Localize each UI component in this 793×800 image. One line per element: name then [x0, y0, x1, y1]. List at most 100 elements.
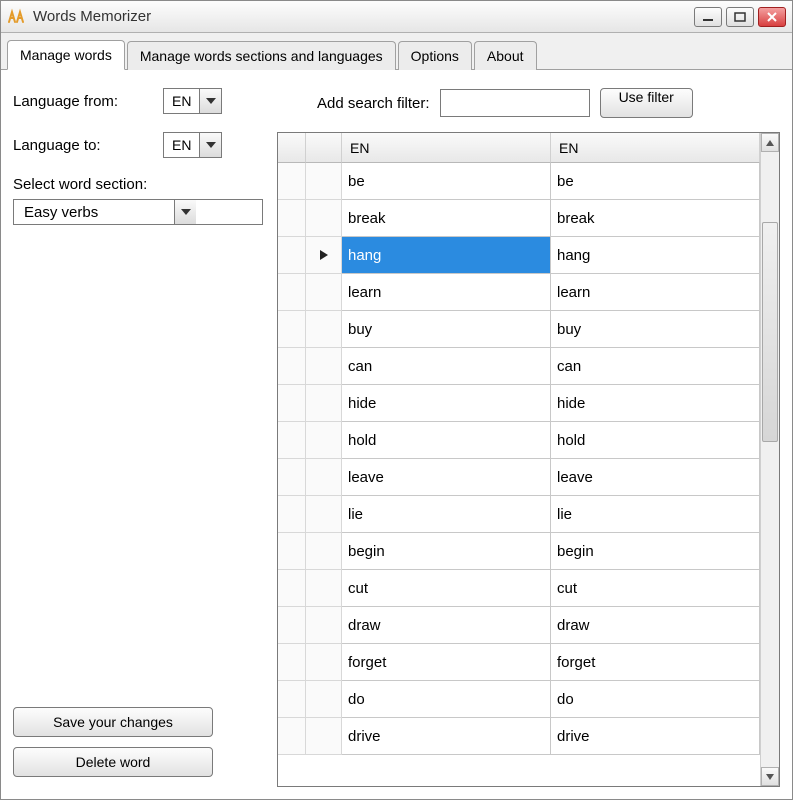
tab-manage-words-sections-and-languages[interactable]: Manage words sections and languages [127, 41, 396, 70]
language-from-value: EN [164, 93, 199, 109]
table-cell[interactable]: can [551, 348, 760, 385]
row-indicator[interactable] [306, 200, 342, 237]
table-cell[interactable]: do [551, 681, 760, 718]
app-icon [7, 8, 25, 26]
table-cell[interactable]: buy [342, 311, 551, 348]
search-filter-input[interactable] [440, 89, 590, 117]
table-cell[interactable]: be [551, 163, 760, 200]
chevron-down-icon [766, 774, 774, 780]
words-grid: ENENbebebreakbreakhanghanglearnlearnbuyb… [277, 132, 780, 787]
chevron-up-icon [766, 140, 774, 146]
grid-rowselector-header [306, 133, 342, 163]
save-changes-button[interactable]: Save your changes [13, 707, 213, 737]
column-header-b[interactable]: EN [551, 133, 760, 163]
table-cell[interactable]: buy [551, 311, 760, 348]
filter-row: Add search filter: Use filter [277, 88, 780, 118]
table-cell[interactable]: cut [551, 570, 760, 607]
table-cell[interactable]: hold [551, 422, 760, 459]
row-indicator[interactable] [306, 718, 342, 755]
row-indicator[interactable] [306, 385, 342, 422]
minimize-button[interactable] [694, 7, 722, 27]
tab-manage-words[interactable]: Manage words [7, 40, 125, 70]
table-cell[interactable]: hang [342, 237, 551, 274]
table-cell[interactable]: drive [342, 718, 551, 755]
row-gutter [278, 274, 306, 311]
table-cell[interactable]: cut [342, 570, 551, 607]
table-cell[interactable]: draw [551, 607, 760, 644]
language-from-dropdown[interactable]: EN [163, 88, 222, 114]
grid-body[interactable]: ENENbebebreakbreakhanghanglearnlearnbuyb… [278, 133, 760, 786]
tab-about[interactable]: About [474, 41, 537, 70]
table-cell[interactable]: forget [551, 644, 760, 681]
scroll-down-button[interactable] [761, 767, 779, 786]
row-indicator[interactable] [306, 348, 342, 385]
row-indicator[interactable] [306, 496, 342, 533]
table-cell[interactable]: hold [342, 422, 551, 459]
row-indicator[interactable] [306, 422, 342, 459]
app-window: Words Memorizer Manage wordsManage words… [0, 0, 793, 800]
table-cell[interactable]: do [342, 681, 551, 718]
close-button[interactable] [758, 7, 786, 27]
table-cell[interactable]: draw [342, 607, 551, 644]
left-panel: Language from: EN Language to: EN Select… [13, 88, 263, 787]
use-filter-button[interactable]: Use filter [600, 88, 693, 118]
table-cell[interactable]: hide [551, 385, 760, 422]
chevron-down-icon [199, 133, 221, 157]
row-indicator[interactable] [306, 163, 342, 200]
row-gutter [278, 718, 306, 755]
row-gutter [278, 311, 306, 348]
row-indicator[interactable] [306, 570, 342, 607]
close-icon [766, 12, 778, 22]
row-gutter [278, 200, 306, 237]
language-to-value: EN [164, 137, 199, 153]
scrollbar-thumb[interactable] [762, 222, 778, 442]
table-cell[interactable]: can [342, 348, 551, 385]
row-indicator[interactable] [306, 311, 342, 348]
table-cell[interactable]: break [551, 200, 760, 237]
column-header-a[interactable]: EN [342, 133, 551, 163]
table-cell[interactable]: begin [551, 533, 760, 570]
delete-word-button[interactable]: Delete word [13, 747, 213, 777]
table-cell[interactable]: learn [551, 274, 760, 311]
word-section-dropdown[interactable]: Easy verbs [13, 199, 263, 225]
table-cell[interactable]: break [342, 200, 551, 237]
row-gutter [278, 422, 306, 459]
scroll-up-button[interactable] [761, 133, 779, 152]
filter-label: Add search filter: [317, 95, 430, 112]
row-gutter [278, 459, 306, 496]
row-gutter [278, 496, 306, 533]
maximize-button[interactable] [726, 7, 754, 27]
table-cell[interactable]: forget [342, 644, 551, 681]
table-cell[interactable]: leave [342, 459, 551, 496]
row-indicator[interactable] [306, 533, 342, 570]
word-section-value: Easy verbs [14, 204, 174, 221]
language-from-label: Language from: [13, 93, 163, 110]
scrollbar-track[interactable] [761, 152, 779, 767]
table-cell[interactable]: leave [551, 459, 760, 496]
table-cell[interactable]: lie [342, 496, 551, 533]
right-panel: Add search filter: Use filter ENENbebebr… [277, 88, 780, 787]
language-to-dropdown[interactable]: EN [163, 132, 222, 158]
row-indicator[interactable] [306, 607, 342, 644]
table-cell[interactable]: begin [342, 533, 551, 570]
table-cell[interactable]: hang [551, 237, 760, 274]
row-gutter [278, 607, 306, 644]
row-gutter [278, 570, 306, 607]
table-cell[interactable]: learn [342, 274, 551, 311]
row-indicator[interactable] [306, 459, 342, 496]
table-cell[interactable]: lie [551, 496, 760, 533]
row-gutter [278, 644, 306, 681]
row-indicator[interactable] [306, 274, 342, 311]
content-area: Language from: EN Language to: EN Select… [1, 70, 792, 799]
row-indicator[interactable] [306, 644, 342, 681]
row-gutter [278, 385, 306, 422]
language-from-row: Language from: EN [13, 88, 263, 114]
row-indicator[interactable] [306, 681, 342, 718]
table-cell[interactable]: drive [551, 718, 760, 755]
row-gutter [278, 681, 306, 718]
table-cell[interactable]: be [342, 163, 551, 200]
row-indicator[interactable] [306, 237, 342, 274]
tab-options[interactable]: Options [398, 41, 472, 70]
table-cell[interactable]: hide [342, 385, 551, 422]
vertical-scrollbar[interactable] [760, 133, 779, 786]
